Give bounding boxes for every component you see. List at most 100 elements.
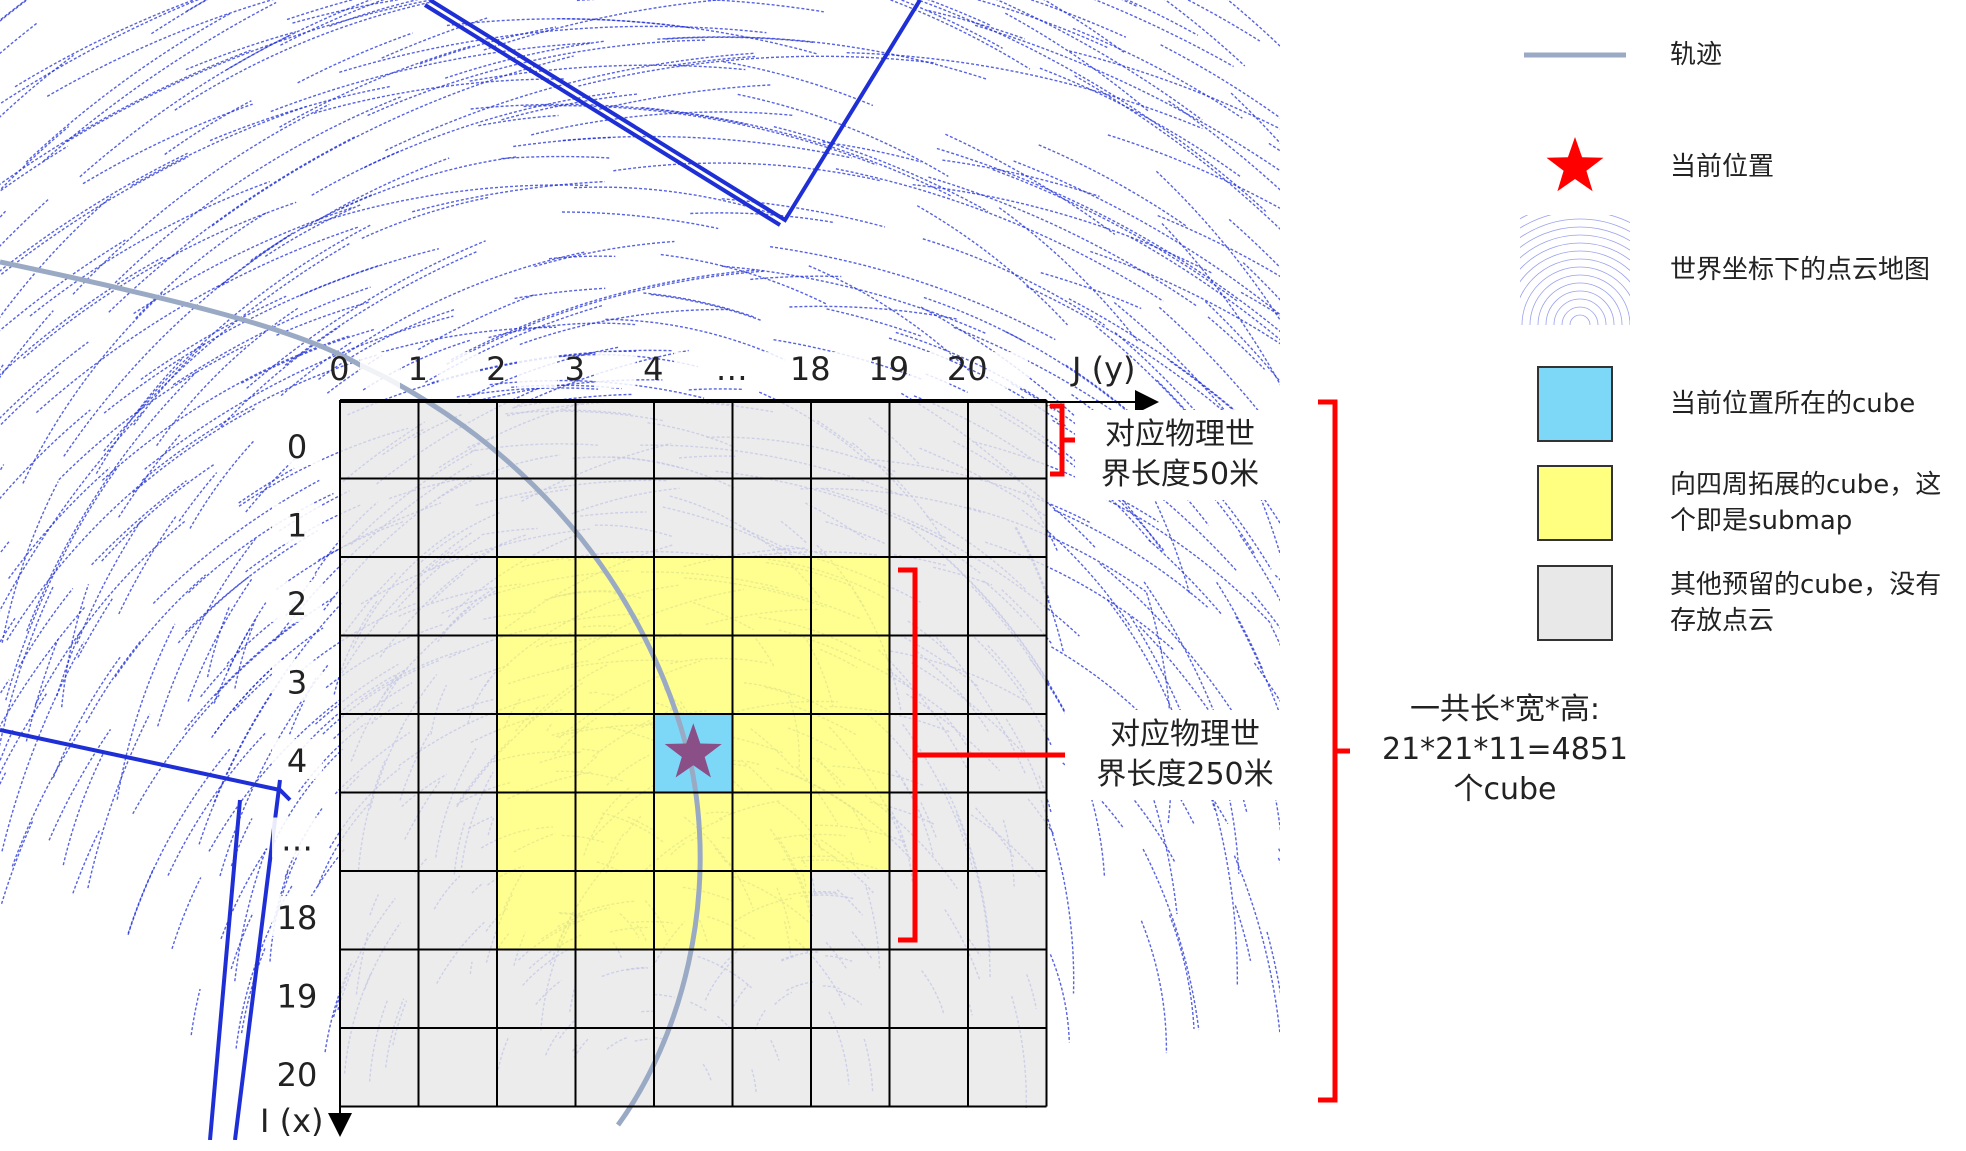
- point-arc: [835, 168, 1164, 302]
- point-arc: [8, 467, 111, 580]
- point-arc: [230, 912, 254, 970]
- point-arc: [1278, 848, 1280, 854]
- column-label: …: [716, 350, 748, 388]
- point-arc: [916, 205, 1069, 326]
- cube-cell: [968, 792, 1047, 871]
- point-arc: [0, 341, 89, 420]
- point-arc: [1266, 931, 1280, 995]
- total-cubes-note: 一共长*宽*高: 21*21*11=4851 个cube: [1381, 692, 1628, 807]
- point-arc: [1274, 574, 1280, 581]
- cube-cell: [732, 949, 811, 1028]
- label-backdrop: [831, 352, 871, 388]
- column-label: 2: [486, 350, 506, 388]
- current-cube-swatch: [1537, 366, 1613, 442]
- label-backdrop: [988, 352, 1028, 388]
- point-arc: [470, 103, 747, 126]
- cube-cell: [418, 1028, 497, 1107]
- cube-cell: [889, 792, 968, 871]
- point-arc: [992, 168, 1239, 302]
- point-arc: [0, 464, 5, 473]
- point-arc: [0, 145, 69, 193]
- point-arc: [888, 0, 1031, 70]
- point-arc: [25, 12, 232, 163]
- point-arc: [0, 152, 188, 272]
- cube-cell: [497, 714, 576, 793]
- point-arc: [0, 679, 10, 696]
- point-arc: [665, 36, 814, 43]
- cube-cell: [732, 714, 811, 793]
- point-arc: [501, 155, 610, 160]
- point-arc: [103, 242, 351, 452]
- cube-cell: [340, 871, 419, 950]
- column-label: 0: [329, 350, 349, 388]
- point-arc: [1164, 0, 1246, 67]
- cube-cell: [654, 557, 733, 636]
- cube-cell: [889, 949, 968, 1028]
- point-arc: [186, 0, 208, 12]
- point-arc: [206, 606, 231, 678]
- legend-label: 当前位置所在的cube: [1670, 389, 1916, 419]
- point-arc: [1387, 524, 1519, 718]
- point-arc: [1072, 27, 1243, 119]
- cube-cell: [497, 400, 576, 479]
- point-arc: [0, 409, 91, 500]
- cube-cell: [732, 557, 811, 636]
- point-arc: [223, 235, 290, 284]
- cube-cell: [418, 557, 497, 636]
- legend-submap-cube: 向四周拓展的cube，这 个即是submap: [1520, 463, 1941, 543]
- point-arc: [1442, 372, 1513, 458]
- point-arc: [0, 0, 29, 22]
- point-arc: [650, 293, 762, 321]
- point-arc: [1673, 632, 1710, 1032]
- point-arc: [1049, 954, 1070, 1043]
- point-arc: [1291, 118, 1487, 333]
- point-arc: [1230, 92, 1280, 145]
- row-label: 4: [287, 742, 307, 780]
- row-label: 1: [287, 507, 307, 545]
- row-label: 19: [277, 978, 318, 1016]
- legend-label: 世界坐标下的点云地图: [1670, 255, 1931, 285]
- cube-cell: [654, 478, 733, 557]
- total-size-brace: [1318, 399, 1350, 1103]
- point-arc: [488, 322, 636, 339]
- point-arc: [1442, 216, 1517, 290]
- point-arc: [1349, 445, 1374, 512]
- cube-cell: [811, 871, 890, 950]
- cube-cell: [575, 792, 654, 871]
- point-arc: [1234, 905, 1252, 961]
- point-arc: [1387, 396, 1523, 665]
- legend-current-position: 当前位置: [1520, 127, 1774, 207]
- point-arc: [0, 310, 54, 379]
- cube-cell: [732, 635, 811, 714]
- point-arc: [1140, 920, 1168, 1054]
- point-arc: [76, 519, 143, 644]
- point-arc: [238, 467, 295, 504]
- point-arc: [1366, 113, 1486, 194]
- point-arc: [72, 830, 100, 894]
- row-label: 0: [287, 428, 307, 466]
- point-arc: [1389, 573, 1434, 632]
- cube-cell: [497, 949, 576, 1028]
- point-arc: [936, 147, 1280, 333]
- trajectory-swatch-icon: [1520, 15, 1630, 95]
- label-backdrop: [360, 352, 400, 388]
- cube-cell: [654, 400, 733, 479]
- point-arc: [1004, 12, 1149, 112]
- point-arc: [167, 731, 267, 876]
- point-arc: [1074, 75, 1280, 230]
- point-arc: [85, 640, 142, 724]
- row-label: 20: [277, 1056, 318, 1094]
- cube-cell: [968, 635, 1047, 714]
- point-arc: [1396, 206, 1503, 290]
- cube-cell: [340, 400, 419, 479]
- point-arc: [1160, 44, 1280, 119]
- point-arc: [316, 157, 450, 222]
- point-arc: [101, 464, 215, 562]
- star-icon: [1520, 127, 1630, 207]
- point-arc: [0, 585, 55, 747]
- point-arc: [157, 538, 256, 727]
- point-arc: [1242, 262, 1280, 301]
- diagram-canvas: 0 1 2 3 4 … 18 19 20 J (y) 0 1 2 3 4 … 18 19 20 I (x) 对应物理世…: [0, 0, 1966, 1151]
- cube-cell: [575, 714, 654, 793]
- point-arc: [1142, 848, 1200, 1031]
